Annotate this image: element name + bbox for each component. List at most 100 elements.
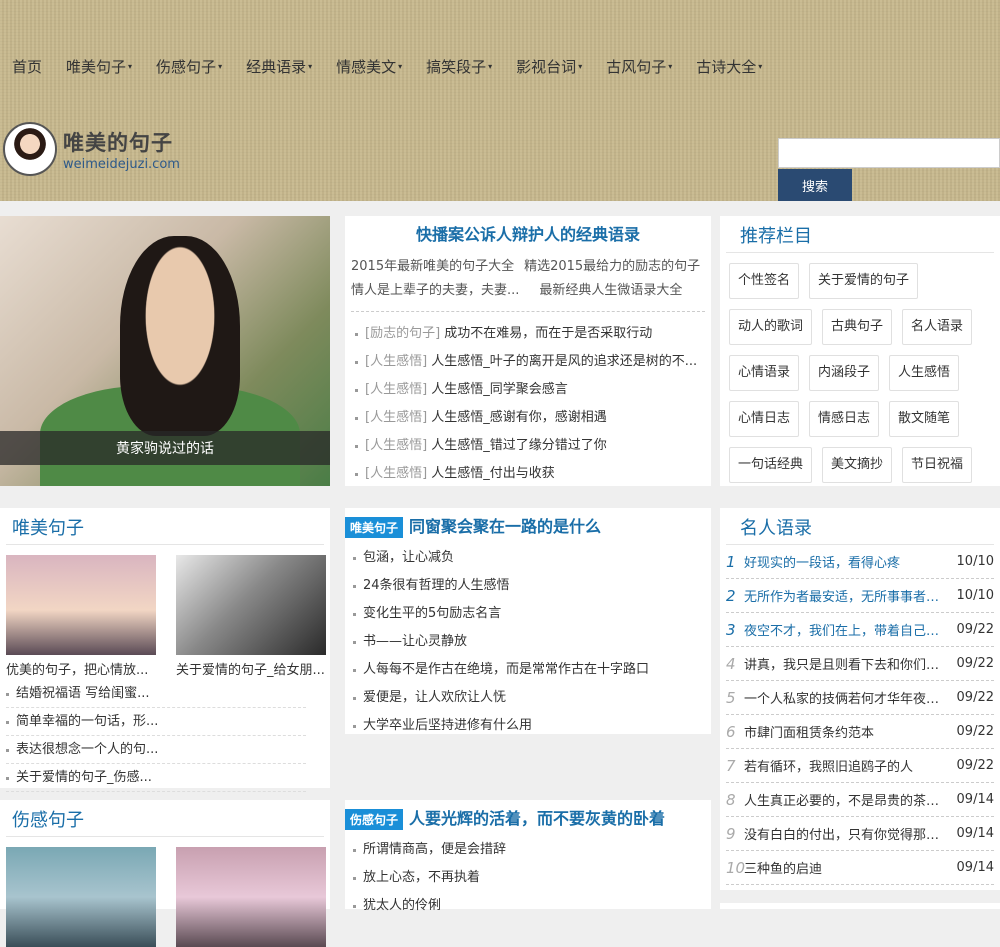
list-item[interactable]: 简单幸福的一句话，形... <box>6 708 306 736</box>
rank-row[interactable]: 5 一个人私家的技俩若何才华年夜起... 09/22 <box>726 681 994 715</box>
tag-link[interactable]: 美文摘抄 <box>822 447 893 483</box>
thumb-image[interactable] <box>6 555 156 655</box>
tag-link[interactable]: 内涵段子 <box>809 355 880 391</box>
article-title[interactable]: 人要光辉的活着，而不要灰黄的卧着 <box>409 809 665 828</box>
thumb-caption[interactable]: 优美的句子，把心情放... <box>6 659 156 678</box>
thumb-card[interactable] <box>6 847 156 947</box>
list-item[interactable]: 表达很想念一个人的句... <box>6 736 306 764</box>
tag-link[interactable]: 关于爱情的句子 <box>809 263 919 299</box>
tag-link[interactable]: 人生感悟 <box>889 355 960 391</box>
search-input[interactable] <box>778 138 1000 168</box>
thumb-image[interactable] <box>6 847 156 947</box>
thumb-image[interactable] <box>176 555 326 655</box>
rank-text[interactable]: 讲真，我只是且则看下去和你们一样 <box>744 654 954 673</box>
rank-row[interactable]: 8 人生真正必要的，不是昂贵的茶，... 09/14 <box>726 783 994 817</box>
list-item-text[interactable]: 人生感悟_付出与收获 <box>431 466 555 481</box>
shanggan-title[interactable]: 伤感句子 <box>6 800 324 837</box>
list-item[interactable]: [人生感悟] 人生感悟_同学聚会感言 <box>355 376 711 404</box>
featured-caption[interactable]: 黄家驹说过的话 <box>0 431 330 465</box>
rank-row[interactable]: 6 市肆门面租赁条约范本 09/22 <box>726 715 994 749</box>
list-item[interactable]: 关于爱情的句子_伤感... <box>6 764 306 792</box>
rank-text[interactable]: 人生真正必要的，不是昂贵的茶，... <box>744 790 954 809</box>
rank-row[interactable]: 1 好现实的一段话，看得心疼 10/10 <box>726 545 994 579</box>
list-item[interactable]: 爱便是，让人欢欣让人怃 <box>353 684 711 712</box>
category-badge[interactable]: 唯美句子 <box>345 517 404 538</box>
article-title[interactable]: 同窗聚会聚在一路的是什么 <box>409 517 601 536</box>
thumb-card[interactable]: 优美的句子，把心情放... <box>6 555 156 678</box>
tag-link[interactable]: 名人语录 <box>902 309 973 345</box>
list-item-category[interactable]: [人生感悟] <box>365 410 427 425</box>
tag-link[interactable]: 古典句子 <box>822 309 893 345</box>
nav-item-gushi[interactable]: 古诗大全 ▾ <box>696 55 762 77</box>
rank-text[interactable]: 没有白白的付出，只有你觉得那是... <box>744 824 954 843</box>
site-logo[interactable]: 唯美的句子 weimeidejuzi.com <box>3 122 180 176</box>
list-item[interactable]: 24条很有哲理的人生感悟 <box>353 572 711 600</box>
list-item[interactable]: 变化生平的5句励志名言 <box>353 600 711 628</box>
list-item[interactable]: [励志的句子] 成功不在难易，而在于是否采取行动 <box>355 320 711 348</box>
nav-item-qinggan[interactable]: 情感美文 ▾ <box>336 55 402 77</box>
list-item-category[interactable]: [人生感悟] <box>365 354 427 369</box>
list-item[interactable]: 放上心态，不再执着 <box>353 864 711 892</box>
nav-item-weimei[interactable]: 唯美句子 ▾ <box>66 55 132 77</box>
list-item-category[interactable]: [励志的句子] <box>365 326 440 341</box>
rank-row[interactable]: 3 夜空不才，我们在上，带着自己的... 09/22 <box>726 613 994 647</box>
top-article-title[interactable]: 快播案公诉人辩护人的经典语录 <box>345 221 711 245</box>
rank-text[interactable]: 无所作为者最安适，无所事事者爱... <box>744 586 954 605</box>
rank-row[interactable]: 2 无所作为者最安适，无所事事者爱... 10/10 <box>726 579 994 613</box>
weimei-title[interactable]: 唯美句子 <box>6 508 324 545</box>
tag-link[interactable]: 动人的歌词 <box>729 309 813 345</box>
list-item-category[interactable]: [人生感悟] <box>365 466 427 481</box>
thumb-image[interactable] <box>176 847 326 947</box>
famous-title[interactable]: 名人语录 <box>726 508 994 545</box>
rank-row[interactable]: 7 若有循环，我照旧追鸥子的人 09/22 <box>726 749 994 783</box>
rank-row[interactable]: 4 讲真，我只是且则看下去和你们一样 09/22 <box>726 647 994 681</box>
nav-home[interactable]: 首页 <box>12 55 42 77</box>
list-item[interactable]: 大学卒业后坚持进修有什么用 <box>353 712 711 740</box>
intro-link[interactable]: 2015年最新唯美的句子大全 <box>351 255 514 279</box>
tag-link[interactable]: 一句话经典 <box>729 447 813 483</box>
intro-link[interactable]: 情人是上辈子的夫妻，夫妻... <box>351 279 519 303</box>
nav-item-yingshi[interactable]: 影视台词 ▾ <box>516 55 582 77</box>
category-badge[interactable]: 伤感句子 <box>345 809 404 830</box>
tag-link[interactable]: 心情日志 <box>729 401 800 437</box>
nav-item-gufeng[interactable]: 古风句子 ▾ <box>606 55 672 77</box>
rank-text[interactable]: 市肆门面租赁条约范本 <box>744 722 954 741</box>
thumb-card[interactable] <box>176 847 326 947</box>
rank-row[interactable]: 9 没有白白的付出，只有你觉得那是... 09/14 <box>726 817 994 851</box>
rank-text[interactable]: 一个人私家的技俩若何才华年夜起... <box>744 688 954 707</box>
intro-link[interactable]: 精选2015最给力的励志的句子 <box>524 255 700 279</box>
list-item-category[interactable]: [人生感悟] <box>365 438 427 453</box>
nav-item-gaoxiao[interactable]: 搞笑段子 ▾ <box>426 55 492 77</box>
list-item[interactable]: 包涵，让心减负 <box>353 544 711 572</box>
list-item-category[interactable]: [人生感悟] <box>365 382 427 397</box>
rank-text[interactable]: 夜空不才，我们在上，带着自己的... <box>744 620 954 639</box>
list-item[interactable]: 犹太人的伶俐 <box>353 892 711 920</box>
tag-link[interactable]: 个性签名 <box>729 263 800 299</box>
tag-link[interactable]: 心情语录 <box>729 355 800 391</box>
list-item[interactable]: 所谓情商高，便是会措辞 <box>353 836 711 864</box>
list-item[interactable]: [人生感悟] 人生感悟_叶子的离开是风的追求还是树的不... <box>355 348 711 376</box>
tag-link[interactable]: 情感日志 <box>809 401 880 437</box>
list-item[interactable]: [人生感悟] 人生感悟_错过了缘分错过了你 <box>355 432 711 460</box>
rank-row[interactable]: 10 三种鱼的启迪 09/14 <box>726 851 994 885</box>
nav-item-shanggan[interactable]: 伤感句子 ▾ <box>156 55 222 77</box>
list-item-text[interactable]: 人生感悟_同学聚会感言 <box>431 382 568 397</box>
search-button[interactable]: 搜索 <box>778 169 852 201</box>
list-item-text[interactable]: 人生感悟_叶子的离开是风的追求还是树的不... <box>431 354 697 369</box>
list-item-text[interactable]: 人生感悟_感谢有你，感谢相遇 <box>431 410 607 425</box>
list-item-text[interactable]: 人生感悟_错过了缘分错过了你 <box>431 438 607 453</box>
thumb-card[interactable]: 关于爱情的句子_给女朋... <box>176 555 326 678</box>
tag-link[interactable]: 节日祝福 <box>902 447 973 483</box>
tag-link[interactable]: 散文随笔 <box>889 401 960 437</box>
intro-link[interactable]: 最新经典人生微语录大全 <box>539 279 682 303</box>
list-item[interactable]: 书——让心灵静放 <box>353 628 711 656</box>
list-item[interactable]: 结婚祝福语 写给闺蜜... <box>6 680 306 708</box>
rank-text[interactable]: 若有循环，我照旧追鸥子的人 <box>744 756 954 775</box>
list-item[interactable]: [人生感悟] 人生感悟_感谢有你，感谢相遇 <box>355 404 711 432</box>
list-item[interactable]: [人生感悟] 人生感悟_付出与收获 <box>355 460 711 488</box>
rank-text[interactable]: 三种鱼的启迪 <box>744 858 954 877</box>
nav-item-jingdian[interactable]: 经典语录 ▾ <box>246 55 312 77</box>
rank-text[interactable]: 好现实的一段话，看得心疼 <box>744 552 954 571</box>
list-item-text[interactable]: 成功不在难易，而在于是否采取行动 <box>444 326 652 341</box>
thumb-caption[interactable]: 关于爱情的句子_给女朋... <box>176 659 326 678</box>
